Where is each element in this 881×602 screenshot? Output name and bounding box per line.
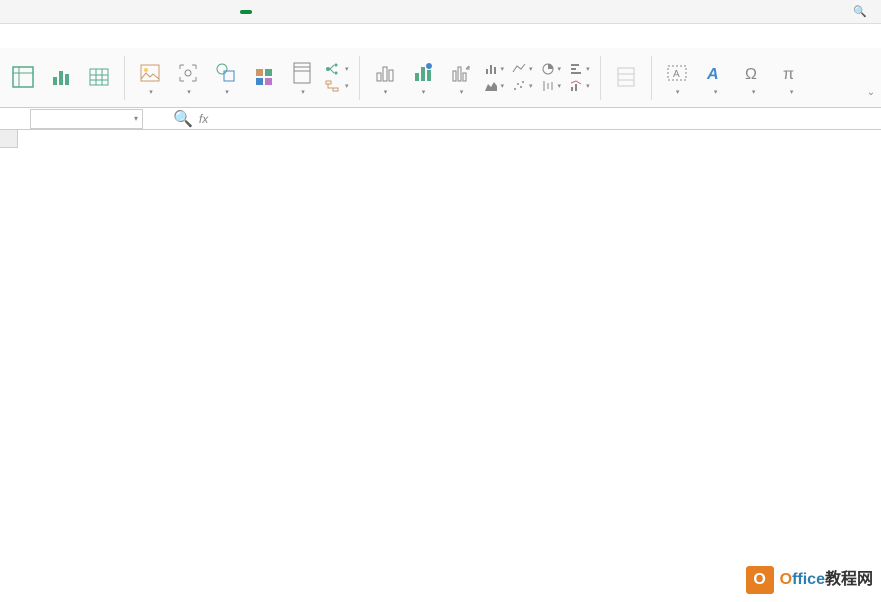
name-box[interactable]: ▾: [30, 109, 143, 129]
pivot-chart-button[interactable]: [44, 64, 78, 92]
shape-icon: [213, 60, 239, 86]
slicer-button: [609, 64, 643, 92]
menu-bar: 🔍: [0, 0, 881, 24]
bar-chart-icon: [372, 60, 398, 86]
ribbon-divider: [124, 56, 125, 100]
area-chart-button[interactable]: ▾: [482, 78, 507, 94]
screenshot-button[interactable]: ▾: [171, 60, 205, 96]
svg-text:π: π: [783, 66, 794, 83]
tab-page-layout[interactable]: [270, 10, 274, 14]
stock-chart-icon: [541, 79, 555, 93]
wordart-icon: A: [702, 60, 728, 86]
area-chart-icon: [484, 79, 498, 93]
namebox-dropdown-arrow[interactable]: ▾: [134, 114, 138, 123]
online-charts-button[interactable]: ▾: [406, 60, 440, 96]
watermark-logo-icon: O: [746, 566, 774, 594]
formula-bar: ▾ 🔍 fx: [0, 108, 881, 130]
formula-icon: π: [778, 60, 804, 86]
column-chart-icon: [484, 62, 498, 76]
tab-security[interactable]: [380, 10, 384, 14]
table-button[interactable]: [82, 64, 116, 92]
textbox-button[interactable]: A ▾: [660, 60, 694, 96]
icon-lib-button[interactable]: [247, 64, 281, 92]
function-chart-button[interactable]: ▾: [285, 60, 319, 96]
stock-chart-button[interactable]: ▾: [539, 78, 564, 94]
tab-view[interactable]: [358, 10, 362, 14]
all-charts-button[interactable]: ▾: [368, 60, 402, 96]
search-icon: 🔍: [853, 5, 867, 18]
pivot-table-button[interactable]: [6, 64, 40, 92]
demo-chart-icon: [448, 60, 474, 86]
tab-data[interactable]: [314, 10, 318, 14]
tab-special[interactable]: [424, 10, 428, 14]
symbol-button[interactable]: Ω ▾: [736, 60, 770, 96]
pie-chart-icon: [541, 62, 555, 76]
pie-chart-button[interactable]: ▾: [539, 61, 564, 77]
pivot-table-icon: [10, 64, 36, 90]
tab-start[interactable]: [218, 10, 222, 14]
tab-insert[interactable]: [240, 10, 252, 14]
picture-icon: [137, 60, 163, 86]
scatter-chart-button[interactable]: ▾: [510, 78, 535, 94]
svg-text:A: A: [673, 69, 680, 80]
svg-text:Ω: Ω: [745, 66, 757, 83]
mindmap-icon: [325, 62, 339, 76]
screenshot-icon: [175, 60, 201, 86]
ribbon-divider: [359, 56, 360, 100]
combo-chart-icon: [569, 79, 583, 93]
ribbon: ▾ ▾ ▾ ▾ ▾ ▾ ▾ ▾ ▾ ▾ ▾ ▾ ▾ ▾ ▾: [0, 48, 881, 108]
collapse-ribbon-button[interactable]: ⌄: [865, 84, 877, 100]
select-all-button[interactable]: [0, 130, 18, 148]
tab-developer[interactable]: [402, 10, 406, 14]
function-chart-icon: [289, 60, 315, 86]
tab-doc-helper[interactable]: [446, 10, 450, 14]
ribbon-divider: [600, 56, 601, 100]
column-chart-button[interactable]: ▾: [482, 61, 507, 77]
ribbon-divider: [651, 56, 652, 100]
watermark: O Office教程网: [746, 566, 873, 594]
flowchart-icon: [325, 79, 339, 93]
search-box[interactable]: 🔍: [853, 5, 871, 18]
fx-icon[interactable]: fx: [199, 112, 208, 126]
slicer-icon: [613, 64, 639, 90]
mindmap-button[interactable]: ▾: [323, 61, 351, 77]
line-chart-button[interactable]: ▾: [510, 61, 535, 77]
online-chart-icon: [410, 60, 436, 86]
tab-formula[interactable]: [292, 10, 296, 14]
shape-button[interactable]: ▾: [209, 60, 243, 96]
table-icon: [86, 64, 112, 90]
watermark-title: Office教程网: [780, 571, 873, 589]
combo-chart-button[interactable]: ▾: [567, 78, 592, 94]
flowchart-button[interactable]: ▾: [323, 78, 351, 94]
svg-text:A: A: [706, 66, 719, 83]
pivot-chart-icon: [48, 64, 74, 90]
line-chart-icon: [512, 62, 526, 76]
formula-button[interactable]: π ▾: [774, 60, 808, 96]
textbox-icon: A: [664, 60, 690, 86]
scatter-chart-icon: [512, 79, 526, 93]
bar-chart-h-icon: [569, 62, 583, 76]
symbol-icon: Ω: [740, 60, 766, 86]
zoom-icon[interactable]: 🔍: [173, 109, 193, 129]
tab-review[interactable]: [336, 10, 340, 14]
icon-lib-icon: [251, 64, 277, 90]
picture-button[interactable]: ▾: [133, 60, 167, 96]
wordart-button[interactable]: A ▾: [698, 60, 732, 96]
bar-chart-h-button[interactable]: ▾: [567, 61, 592, 77]
demo-charts-button[interactable]: ▾: [444, 60, 478, 96]
